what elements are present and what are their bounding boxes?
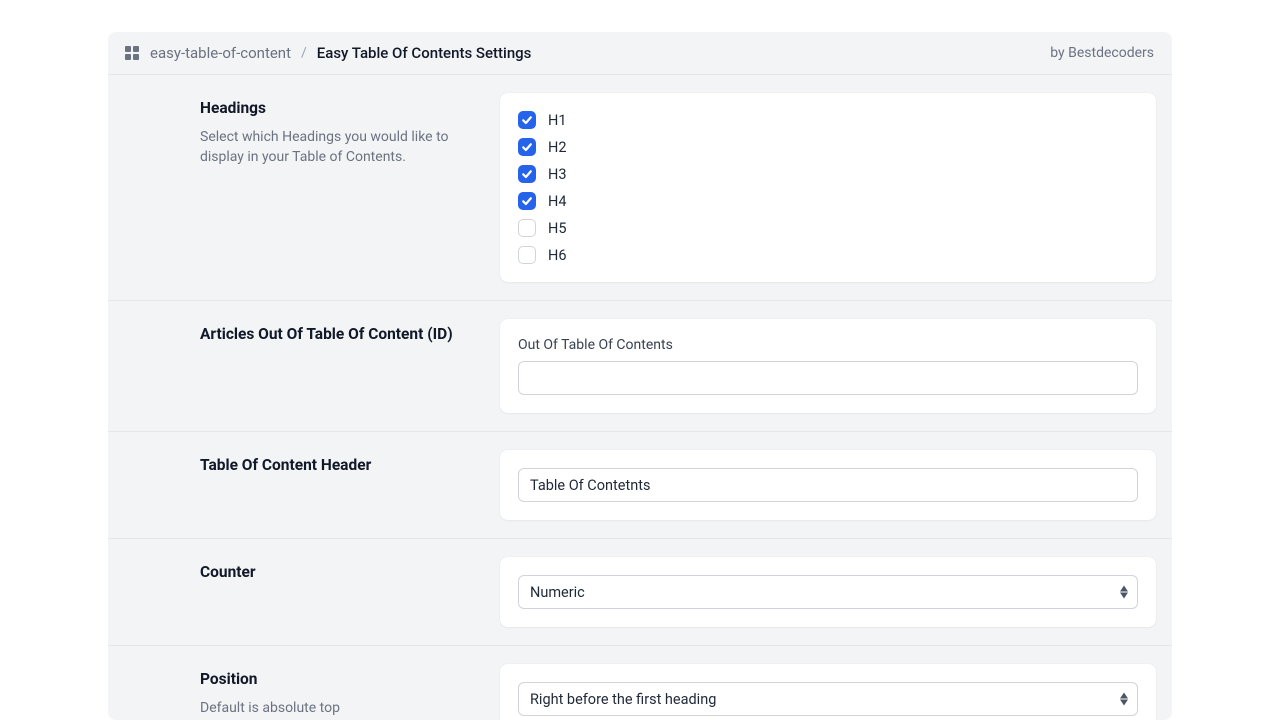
heading-checkbox-h2[interactable]: H2 [518,138,1138,156]
checkbox-label: H4 [548,193,567,210]
position-select[interactable]: Right before the first heading [518,682,1138,716]
heading-checkbox-h6[interactable]: H6 [518,246,1138,264]
section-title-header: Table Of Content Header [200,456,460,474]
toc-header-input[interactable] [518,468,1138,502]
heading-checkbox-h4[interactable]: H4 [518,192,1138,210]
checkbox-label: H6 [548,247,567,264]
exclude-input[interactable] [518,361,1138,395]
grid-icon [124,45,140,61]
checkbox-icon [518,138,536,156]
section-desc-headings: Select which Headings you would like to … [200,127,460,168]
section-title-counter: Counter [200,563,460,581]
section-headings: Headings Select which Headings you would… [108,75,1172,301]
section-desc-position: Default is absolute top [200,698,460,718]
topbar: easy-table-of-content / Easy Table Of Co… [108,32,1172,75]
checkbox-label: H1 [548,112,567,129]
counter-select[interactable]: Numeric [518,575,1138,609]
breadcrumb-current: Easy Table Of Contents Settings [317,44,532,62]
checkbox-icon [518,111,536,129]
heading-checkbox-h5[interactable]: H5 [518,219,1138,237]
checkbox-label: H3 [548,166,567,183]
section-position: Position Default is absolute top Right b… [108,646,1172,720]
breadcrumb: easy-table-of-content / Easy Table Of Co… [124,44,531,62]
section-title-headings: Headings [200,99,460,117]
checkbox-icon [518,192,536,210]
checkbox-label: H5 [548,220,567,237]
section-title-exclude: Articles Out Of Table Of Content (ID) [200,325,460,343]
section-title-position: Position [200,670,460,688]
checkbox-icon [518,246,536,264]
heading-checkbox-h1[interactable]: H1 [518,111,1138,129]
author-label: by Bestdecoders [1050,45,1154,61]
exclude-field-label: Out Of Table Of Contents [518,337,1138,353]
section-articles-exclude: Articles Out Of Table Of Content (ID) Ou… [108,301,1172,432]
heading-checkbox-h3[interactable]: H3 [518,165,1138,183]
heading-checkbox-list: H1 H2 H3 H4 H5 H6 [518,111,1138,264]
checkbox-icon [518,219,536,237]
breadcrumb-separator: / [301,45,307,61]
section-counter: Counter Numeric [108,539,1172,646]
checkbox-label: H2 [548,139,567,156]
checkbox-icon [518,165,536,183]
breadcrumb-root[interactable]: easy-table-of-content [150,44,291,62]
section-toc-header: Table Of Content Header [108,432,1172,539]
